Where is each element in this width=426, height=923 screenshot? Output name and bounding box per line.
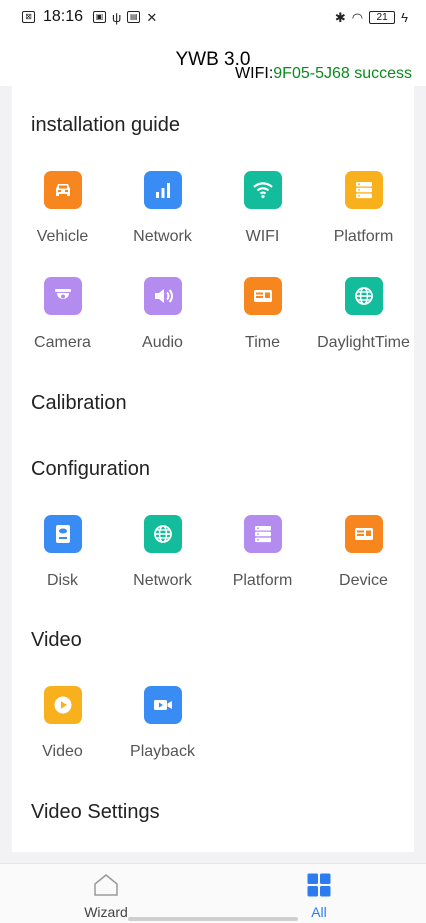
- usb-icon: ψ: [112, 9, 122, 25]
- item-network[interactable]: Network: [112, 171, 213, 246]
- globe-icon: [344, 277, 383, 315]
- item-label: Network: [133, 572, 192, 589]
- section-title-configuration: Configuration: [31, 458, 150, 480]
- wifi-status-label: WIFI:: [235, 65, 274, 82]
- disk-icon: [43, 515, 82, 553]
- wifi-signal-icon: ◠: [351, 9, 364, 25]
- globe-icon: [143, 515, 182, 553]
- item-camera[interactable]: Camera: [12, 277, 113, 352]
- server-icon: [344, 171, 383, 209]
- wifi-status-value: 9F05-5J68 success: [273, 65, 412, 82]
- item-config-platform[interactable]: Platform: [212, 515, 313, 590]
- home-icon: [94, 874, 118, 896]
- status-bar: ⊠ 18:16 ▣ ψ ▤ ✕ ✱ ◠ 21 ϟ: [0, 0, 426, 34]
- item-label: Video: [42, 743, 83, 760]
- item-disk[interactable]: Disk: [12, 515, 113, 590]
- item-vehicle[interactable]: Vehicle: [12, 171, 113, 246]
- item-label: Camera: [34, 334, 91, 351]
- clock-panel-icon: [243, 277, 282, 315]
- item-label: Time: [245, 334, 280, 351]
- section-title-video-settings: Video Settings: [31, 801, 160, 823]
- home-indicator[interactable]: [128, 917, 298, 921]
- bottom-nav: Wizard All: [0, 863, 426, 923]
- video-camera-icon: [143, 686, 182, 724]
- status-time: 18:16: [43, 8, 84, 25]
- grid-icon: [307, 873, 331, 897]
- nav-all[interactable]: All: [284, 873, 354, 920]
- item-label: Network: [133, 228, 192, 245]
- item-platform[interactable]: Platform: [313, 171, 414, 246]
- item-label: Disk: [46, 572, 79, 589]
- car-icon: [43, 171, 82, 209]
- section-title-installation-guide: installation guide: [31, 114, 180, 136]
- wifi-icon: [243, 171, 282, 209]
- main-content: installation guide Vehicle Network WIFI …: [12, 86, 414, 852]
- item-playback[interactable]: Playback: [112, 686, 213, 761]
- item-label: Platform: [232, 572, 293, 589]
- tools-icon: ✕: [146, 9, 158, 25]
- item-label: DaylightTime: [317, 334, 410, 351]
- wifi-status: WIFI:9F05-5J68 success: [235, 65, 412, 83]
- section-title-video: Video: [31, 629, 82, 651]
- item-label: Audio: [142, 334, 183, 351]
- camera-dome-icon: [43, 277, 82, 315]
- app-notification-icon: ▣: [93, 11, 107, 23]
- item-daylight-time[interactable]: DaylightTime: [313, 277, 414, 352]
- signal-bars-icon: [143, 171, 182, 209]
- item-device[interactable]: Device: [313, 515, 414, 590]
- item-label: Device: [339, 572, 388, 589]
- app-header: YWB 3.0 WIFI:9F05-5J68 success: [0, 34, 426, 86]
- section-title-calibration[interactable]: Calibration: [31, 392, 127, 415]
- item-audio[interactable]: Audio: [112, 277, 213, 352]
- item-label: WIFI: [245, 228, 280, 245]
- charging-icon: ϟ: [401, 9, 408, 25]
- item-config-network[interactable]: Network: [112, 515, 213, 590]
- server-icon: [243, 515, 282, 553]
- item-label: Vehicle: [36, 228, 89, 245]
- storage-icon: ▤: [127, 11, 141, 23]
- item-time[interactable]: Time: [212, 277, 313, 352]
- sim-icon: ⊠: [22, 11, 35, 23]
- item-wifi[interactable]: WIFI: [212, 171, 313, 246]
- item-video[interactable]: Video: [12, 686, 113, 761]
- item-label: Platform: [333, 228, 394, 245]
- play-icon: [43, 686, 82, 724]
- speaker-icon: [143, 277, 182, 315]
- item-label: Playback: [130, 743, 195, 760]
- battery-icon: 21: [369, 10, 396, 24]
- nav-wizard[interactable]: Wizard: [71, 873, 141, 920]
- device-icon: [344, 515, 383, 553]
- bluetooth-icon: ✱: [334, 9, 346, 25]
